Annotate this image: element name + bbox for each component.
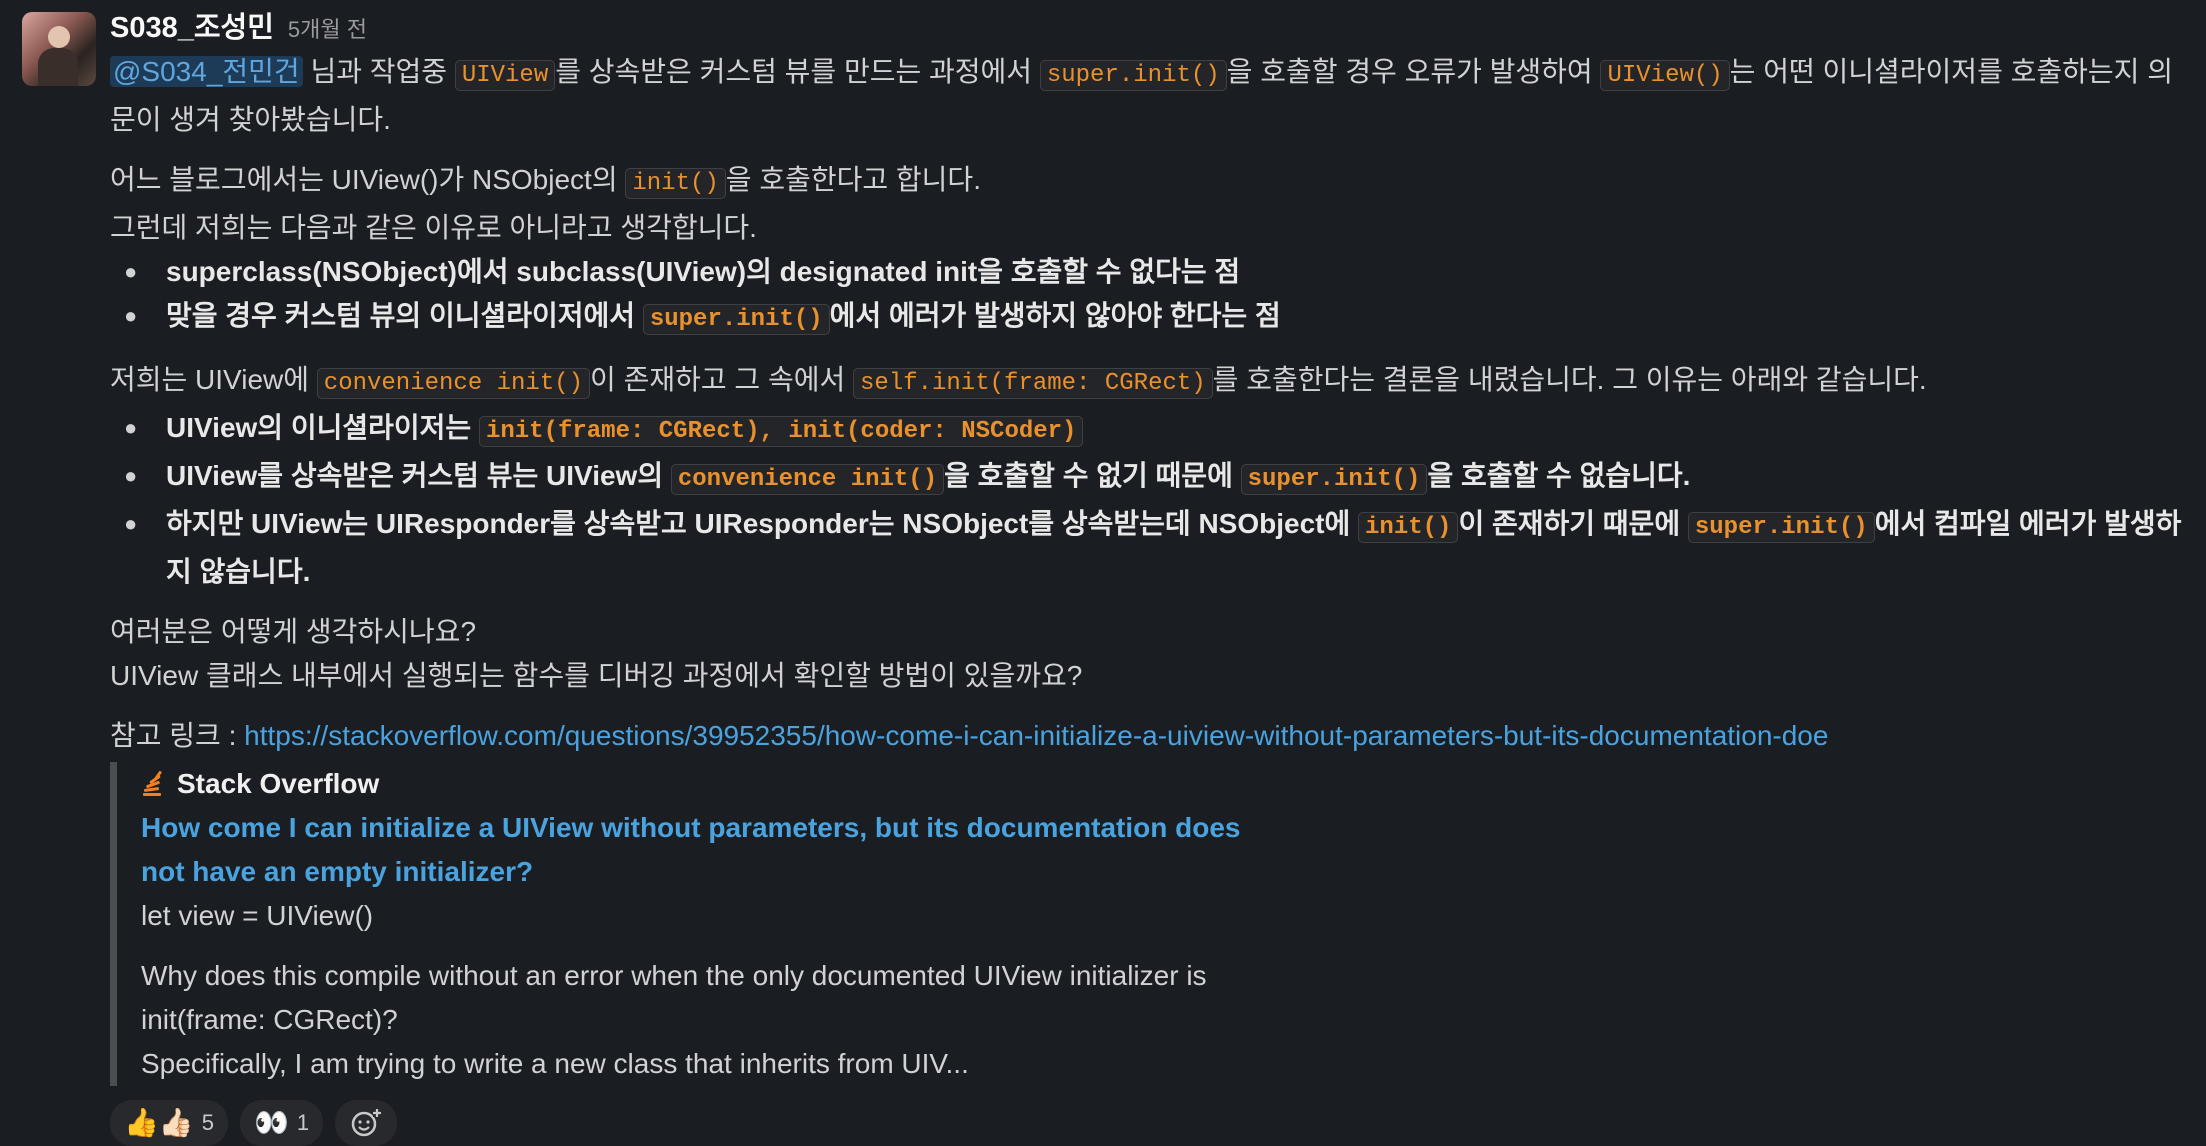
list-item: 하지만 UIView는 UIResponder를 상속받고 UIResponde… xyxy=(110,502,2190,594)
blog-line: 어느 블로그에서는 UIView()가 NSObject의 init() 을 호출… xyxy=(110,158,2190,206)
inline-code: super.init() xyxy=(1039,60,1227,91)
inline-code: super.init() xyxy=(1687,512,1875,543)
avatar-body xyxy=(38,48,78,86)
preview-snippet-2: Why does this compile without an error w… xyxy=(141,960,1207,1035)
list-item-text: superclass(NSObject)에서 subclass(UIView)의… xyxy=(166,256,1241,287)
blog-text-1: 어느 블로그에서는 UIView()가 NSObject의 xyxy=(110,164,626,195)
eyes-icon: 👀 xyxy=(253,1107,289,1138)
reasons-list-1: superclass(NSObject)에서 subclass(UIView)의… xyxy=(110,250,2190,342)
inline-code: init() xyxy=(1358,512,1459,543)
list-item-text: 을 호출할 수 없기 때문에 xyxy=(944,460,1241,491)
question-2: UIView 클래스 내부에서 실행되는 함수를 디버깅 과정에서 확인할 방법… xyxy=(110,660,1083,691)
conclusion-text: 저희는 UIView에 xyxy=(110,364,317,395)
preview-snippet-1: let view = UIView() xyxy=(141,900,374,931)
list-item: superclass(NSObject)에서 subclass(UIView)의… xyxy=(110,250,2190,294)
reactions-bar: 👍👍🏻 5 👀 1 xyxy=(110,1100,2190,1146)
inline-code: self.init(frame: CGRect) xyxy=(853,368,1213,399)
timestamp[interactable]: 5개월 전 xyxy=(288,8,367,52)
preview-title[interactable]: How come I can initialize a UIView witho… xyxy=(141,806,1291,894)
reasons-list-2: UIView의 이니셜라이저는 init(frame: CGRect), ini… xyxy=(110,406,2190,594)
stackoverflow-icon xyxy=(141,770,163,797)
username[interactable]: S038_조성민 xyxy=(110,6,274,50)
inline-code: UIView() xyxy=(1600,60,1730,91)
conclusion-line: 저희는 UIView에 convenience init() 이 존재하고 그 속… xyxy=(110,358,2190,406)
inline-code: super.init() xyxy=(642,304,830,335)
list-item: UIView를 상속받은 커스텀 뷰는 UIView의 convenience … xyxy=(110,454,2190,502)
inline-code: UIView xyxy=(454,60,556,91)
list-item-text: 을 호출할 수 없습니다. xyxy=(1427,460,1691,491)
conclusion-text: 이 존재하고 그 속에서 xyxy=(590,364,854,395)
preview-header: Stack Overflow xyxy=(141,762,1291,806)
reference-label: 참고 링크 : xyxy=(110,720,245,751)
list-item-text: 에서 에러가 발생하지 않아야 한다는 점 xyxy=(829,300,1281,331)
reaction-count: 5 xyxy=(201,1110,214,1135)
reference-line: 참고 링크 : https://stackoverflow.com/questi… xyxy=(110,714,2190,758)
inline-code: init(frame: CGRect), init(coder: NSCoder… xyxy=(478,416,1084,447)
intro-text-3: 을 호출할 경우 오류가 발생하여 xyxy=(1226,56,1601,87)
inline-code: convenience init() xyxy=(670,464,945,495)
add-emoji-icon xyxy=(351,1109,382,1137)
list-item-text: 하지만 UIView는 UIResponder를 상속받고 UIResponde… xyxy=(166,508,1359,539)
list-item-text: UIView의 이니셜라이저는 xyxy=(166,412,479,443)
user-avatar[interactable] xyxy=(22,12,96,86)
list-item-text: 이 존재하기 때문에 xyxy=(1458,508,1688,539)
blog-line-2: 그런데 저희는 다음과 같은 이유로 아니라고 생각합니다. xyxy=(110,212,757,243)
message-header: S038_조성민 5개월 전 xyxy=(110,6,2190,50)
list-item: 맞을 경우 커스텀 뷰의 이니셜라이저에서 super.init()에서 에러가… xyxy=(110,294,2190,342)
list-item: UIView의 이니셜라이저는 init(frame: CGRect), ini… xyxy=(110,406,2190,454)
reference-link[interactable]: https://stackoverflow.com/questions/3995… xyxy=(244,720,1828,751)
preview-snippet-3: Specifically, I am trying to write a new… xyxy=(141,1048,969,1079)
preview-site-name[interactable]: Stack Overflow xyxy=(177,762,379,806)
inline-code: init() xyxy=(625,168,726,199)
user-mention[interactable]: @S034_전민건 xyxy=(110,56,303,87)
list-item-text: UIView를 상속받은 커스텀 뷰는 UIView의 xyxy=(166,460,671,491)
conclusion-text: 를 호출한다는 결론을 내렸습니다. 그 이유는 아래와 같습니다. xyxy=(1212,364,1927,395)
list-item-text: 맞을 경우 커스텀 뷰의 이니셜라이저에서 xyxy=(166,300,643,331)
intro-paragraph: @S034_전민건 님과 작업중 UIView 를 상속받은 커스텀 뷰를 만드는… xyxy=(110,50,2190,142)
link-preview: Stack Overflow How come I can initialize… xyxy=(110,762,1291,1086)
inline-code: convenience init() xyxy=(316,368,591,399)
thumbs-up-icon: 👍👍🏻 xyxy=(124,1107,194,1138)
add-reaction-button[interactable] xyxy=(335,1100,398,1146)
avatar-head xyxy=(48,26,70,48)
intro-text-2: 를 상속받은 커스텀 뷰를 만드는 과정에서 xyxy=(555,56,1040,87)
intro-text-1: 님과 작업중 xyxy=(302,56,455,87)
message-content: S038_조성민 5개월 전 @S034_전민건 님과 작업중 UIView 를 … xyxy=(110,6,2190,1146)
reaction-count: 1 xyxy=(296,1110,310,1135)
question-1: 여러분은 어떻게 생각하시나요? xyxy=(110,616,477,647)
blog-text-2: 을 호출한다고 합니다. xyxy=(725,164,981,195)
reaction-eyes[interactable]: 👀 1 xyxy=(239,1100,324,1146)
inline-code: super.init() xyxy=(1240,464,1428,495)
reaction-thumbs-up[interactable]: 👍👍🏻 5 xyxy=(110,1100,228,1146)
